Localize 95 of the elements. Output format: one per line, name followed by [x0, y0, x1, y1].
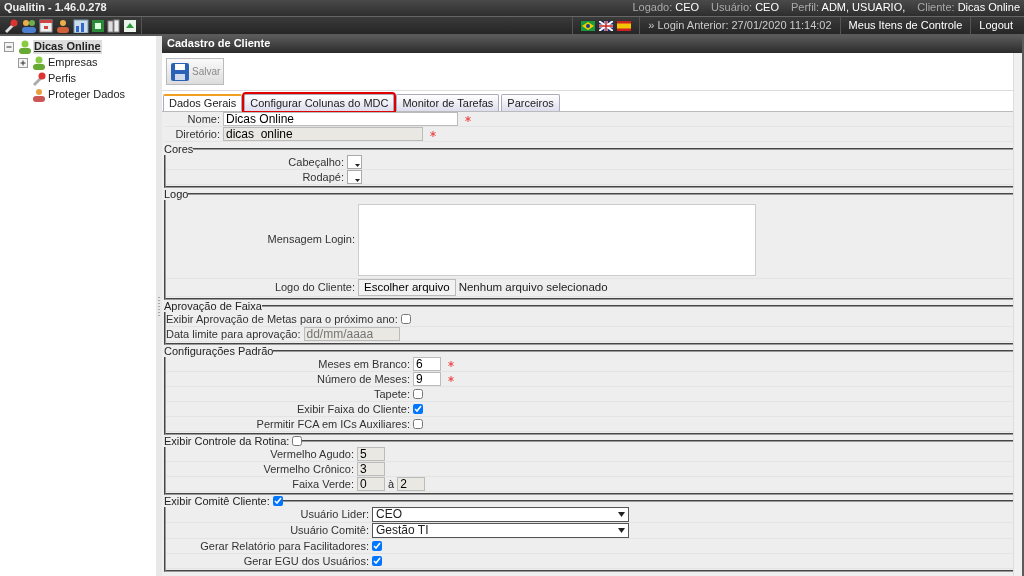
- user-info-item: Usuário: CEO: [711, 1, 779, 15]
- tab[interactable]: Monitor de Tarefas: [396, 94, 500, 112]
- dropdown[interactable]: Gestão TI: [372, 523, 629, 539]
- field-label: Gerar EGU dos Usuários:: [242, 554, 369, 568]
- color-picker[interactable]: [347, 170, 362, 185]
- tree-item[interactable]: Proteger Dados: [47, 88, 127, 102]
- user-info-item: Logado: CEO: [632, 1, 700, 15]
- input-field[interactable]: 5: [357, 447, 385, 462]
- asterisk-icon: [430, 131, 436, 138]
- asterisk-icon: [448, 361, 454, 368]
- splitter-handle[interactable]: [158, 296, 160, 317]
- calendar-icon[interactable]: [39, 18, 53, 33]
- person-icon: [18, 40, 32, 54]
- tab[interactable]: Parceiros: [501, 94, 560, 112]
- field-label: Exibir Aprovação de Metas para o próximo ano:: [166, 312, 398, 326]
- field-label: Tapete:: [372, 387, 410, 401]
- caret-icon: [355, 179, 360, 183]
- caret-icon: [618, 512, 625, 518]
- chart-icon[interactable]: [73, 18, 89, 33]
- login-info: » Login Anterior: 27/01/2020 11:14:02: [639, 17, 840, 34]
- checkbox[interactable]: [413, 404, 423, 415]
- checkbox[interactable]: [292, 436, 303, 447]
- field-label: Gerar Relatório para Facilitadores:: [199, 539, 369, 553]
- field-label: Cabeçalho:: [287, 155, 344, 169]
- section-legend: Aprovação de Faixa: [164, 300, 262, 313]
- file-button[interactable]: Escolher arquivo: [358, 279, 456, 297]
- input-field[interactable]: 3: [357, 462, 385, 477]
- uk-flag-icon[interactable]: [599, 20, 614, 31]
- field-label: Usuário Comitê:: [289, 524, 369, 538]
- section-legend: Cores: [164, 143, 194, 156]
- asterisk-icon: [448, 376, 454, 383]
- color-picker[interactable]: [347, 155, 362, 170]
- expand-icon[interactable]: [18, 57, 29, 69]
- field-label: Exibir Faixa do Cliente:: [295, 402, 410, 416]
- range-separator: à: [388, 477, 395, 491]
- books-icon[interactable]: [107, 18, 121, 33]
- field-label: Número de Meses:: [316, 372, 410, 386]
- panel-title: Cadastro de Cliente: [162, 36, 1022, 53]
- asterisk-icon: [465, 116, 471, 123]
- section-legend: Configurações Padrão: [164, 345, 274, 358]
- input-field[interactable]: 0: [357, 477, 385, 492]
- input-field[interactable]: 6: [413, 357, 441, 372]
- checkbox[interactable]: [400, 314, 411, 325]
- input-field[interactable]: 9: [413, 372, 441, 387]
- scrollbar[interactable]: [1013, 53, 1022, 576]
- checkbox[interactable]: [413, 389, 423, 400]
- tree-item[interactable]: Empresas: [47, 56, 99, 70]
- field-label: Faixa Verde:: [291, 477, 354, 491]
- field-label: Nome:: [186, 112, 220, 126]
- caret-icon: [355, 164, 360, 168]
- people-icon[interactable]: [21, 18, 37, 33]
- section-legend: Exibir Controle da Rotina:: [164, 435, 290, 448]
- checkbox[interactable]: [272, 496, 283, 507]
- field-label: Rodapé:: [301, 170, 344, 184]
- app-title: Qualitin - 1.46.0.278: [4, 1, 107, 15]
- input-field[interactable]: dicas_online: [223, 127, 423, 142]
- brazil-flag-icon[interactable]: [581, 20, 596, 31]
- checkbox[interactable]: [372, 541, 382, 552]
- checkbox[interactable]: [413, 419, 423, 430]
- tools-icon: [32, 72, 46, 86]
- input-field[interactable]: Dicas Online: [223, 112, 458, 127]
- dropdown-value: CEO: [376, 508, 402, 522]
- user-info-item: Cliente: Dicas Online: [917, 1, 1020, 15]
- caret-icon: [618, 528, 625, 534]
- input-field[interactable]: 2: [397, 477, 426, 492]
- field-label: Mensagem Login:: [266, 232, 355, 246]
- tab[interactable]: Dados Gerais: [163, 94, 243, 112]
- person-icon: [32, 56, 46, 70]
- checkbox[interactable]: [372, 556, 382, 567]
- people-icon: [32, 88, 46, 102]
- field-label: Vermelho Agudo:: [269, 447, 354, 461]
- dropdown[interactable]: CEO: [372, 507, 629, 523]
- field-label: Vermelho Crônico:: [262, 462, 354, 476]
- tools-icon[interactable]: [3, 18, 19, 33]
- input-field[interactable]: dd/mm/aaaa: [303, 327, 400, 342]
- field-label: Diretório:: [174, 127, 220, 141]
- nav-link[interactable]: Logout: [979, 18, 1013, 33]
- user-info-item: Perfil: ADM, USUARIO,: [790, 1, 906, 15]
- tree-item[interactable]: Dicas Online: [33, 40, 102, 54]
- tab[interactable]: Configurar Colunas do MDC: [244, 94, 395, 112]
- spain-flag-icon[interactable]: [617, 20, 632, 31]
- field-label: Data limite para aprovação:: [166, 327, 301, 341]
- section-legend: Logo: [164, 188, 189, 201]
- section-legend: Exibir Comitê Cliente:: [164, 495, 270, 508]
- nav-link[interactable]: Meus Itens de Controle: [848, 18, 963, 33]
- dropdown-value: Gestão TI: [376, 524, 429, 538]
- field-label: Usuário Lider:: [299, 508, 369, 522]
- tree-item[interactable]: Perfis: [47, 72, 78, 86]
- collapse-icon[interactable]: [4, 41, 15, 53]
- file-status: Nenhum arquivo selecionado: [458, 281, 608, 295]
- spreadsheet-icon[interactable]: [91, 18, 105, 33]
- field-label: Logo do Cliente:: [273, 281, 355, 295]
- field-label: Permitir FCA em ICs Auxiliares:: [255, 417, 410, 431]
- people-icon[interactable]: [55, 18, 71, 33]
- field-label: Meses em Branco:: [317, 357, 410, 371]
